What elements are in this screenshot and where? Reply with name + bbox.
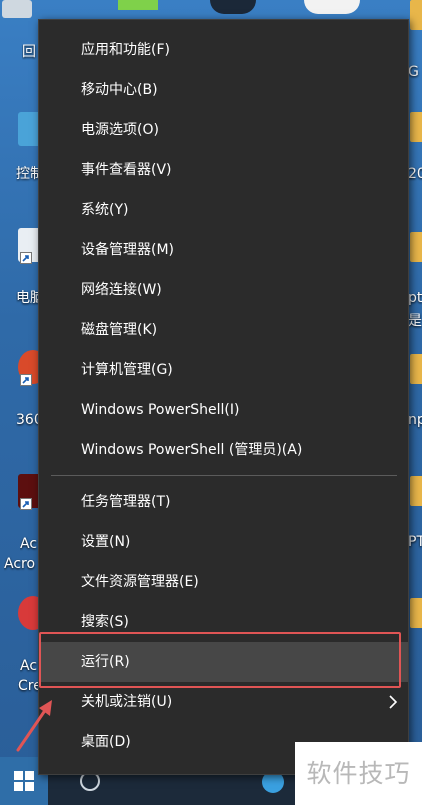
- desktop-label: 控制: [16, 166, 38, 182]
- menu-item[interactable]: 文件资源管理器(E): [39, 562, 408, 602]
- menu-item[interactable]: 事件查看器(V): [39, 150, 408, 190]
- recycle-bin-icon[interactable]: [2, 0, 42, 48]
- menu-item[interactable]: 计算机管理(G): [39, 350, 408, 390]
- desktop-label: PT: [408, 534, 422, 550]
- media-player-icon[interactable]: [304, 0, 360, 14]
- desktop-label: 电脑: [16, 290, 38, 306]
- folder-icon[interactable]: [410, 0, 422, 30]
- desktop-label: 是: [408, 313, 422, 329]
- folder-icon[interactable]: [410, 112, 422, 142]
- menu-item[interactable]: Windows PowerShell (管理员)(A): [39, 430, 408, 470]
- watermark: 软件技巧: [295, 742, 422, 805]
- desktop-label: 回: [22, 44, 36, 60]
- chevron-right-icon: [389, 695, 398, 709]
- windows-logo-icon: [14, 771, 34, 791]
- menu-item-label: 系统(Y): [81, 202, 129, 218]
- desktop-label: pt: [408, 290, 422, 306]
- shortcut-arrow-icon: [20, 498, 32, 510]
- menu-item-label: Windows PowerShell (管理员)(A): [81, 442, 303, 458]
- menu-item[interactable]: 关机或注销(U): [39, 682, 408, 722]
- menu-item-label: 事件查看器(V): [81, 162, 172, 178]
- menu-item-label: 文件资源管理器(E): [81, 574, 199, 590]
- menu-item-label: 网络连接(W): [81, 282, 162, 298]
- desktop-label: Ac: [20, 658, 38, 674]
- menu-item[interactable]: 网络连接(W): [39, 270, 408, 310]
- folder-icon[interactable]: [410, 232, 422, 262]
- menu-item-label: 设置(N): [81, 534, 131, 550]
- desktop-label: Cre: [18, 678, 38, 694]
- annotation-highlight-box: [39, 632, 401, 688]
- desktop-label: 360: [16, 412, 38, 428]
- folder-icon[interactable]: [410, 598, 422, 628]
- desktop-label: G: [408, 64, 419, 80]
- menu-item-label: 应用和功能(F): [81, 42, 170, 58]
- menu-item-label: 移动中心(B): [81, 82, 158, 98]
- menu-item[interactable]: 磁盘管理(K): [39, 310, 408, 350]
- desktop-label: np: [408, 412, 422, 428]
- shortcut-arrow-icon: [20, 374, 32, 386]
- folder-icon[interactable]: [410, 476, 422, 506]
- steam-icon[interactable]: [210, 0, 256, 14]
- menu-item[interactable]: Windows PowerShell(I): [39, 390, 408, 430]
- folder-icon[interactable]: [410, 354, 422, 384]
- menu-item[interactable]: 电源选项(O): [39, 110, 408, 150]
- menu-item-label: 计算机管理(G): [81, 362, 173, 378]
- menu-item-label: 桌面(D): [81, 734, 131, 750]
- annotation-arrow-icon: [16, 700, 52, 752]
- menu-item[interactable]: 移动中心(B): [39, 70, 408, 110]
- shortcut-arrow-icon: [20, 252, 32, 264]
- desktop-label: Ac: [20, 536, 38, 552]
- menu-item-label: Windows PowerShell(I): [81, 402, 240, 418]
- desktop-label: 20: [408, 166, 422, 182]
- menu-item[interactable]: 任务管理器(T): [39, 482, 408, 522]
- menu-item-label: 关机或注销(U): [81, 694, 173, 710]
- menu-item[interactable]: 系统(Y): [39, 190, 408, 230]
- menu-item[interactable]: 应用和功能(F): [39, 30, 408, 70]
- menu-item[interactable]: 设置(N): [39, 522, 408, 562]
- desktop-label: Acro: [4, 556, 36, 572]
- menu-item-label: 搜索(S): [81, 614, 129, 630]
- menu-item-label: 设备管理器(M): [81, 242, 175, 258]
- menu-item-label: 电源选项(O): [81, 122, 159, 138]
- menu-item[interactable]: 设备管理器(M): [39, 230, 408, 270]
- menu-separator: [51, 475, 397, 476]
- app-icon[interactable]: [118, 0, 158, 10]
- menu-item-label: 磁盘管理(K): [81, 322, 158, 338]
- menu-item-label: 任务管理器(T): [81, 494, 171, 510]
